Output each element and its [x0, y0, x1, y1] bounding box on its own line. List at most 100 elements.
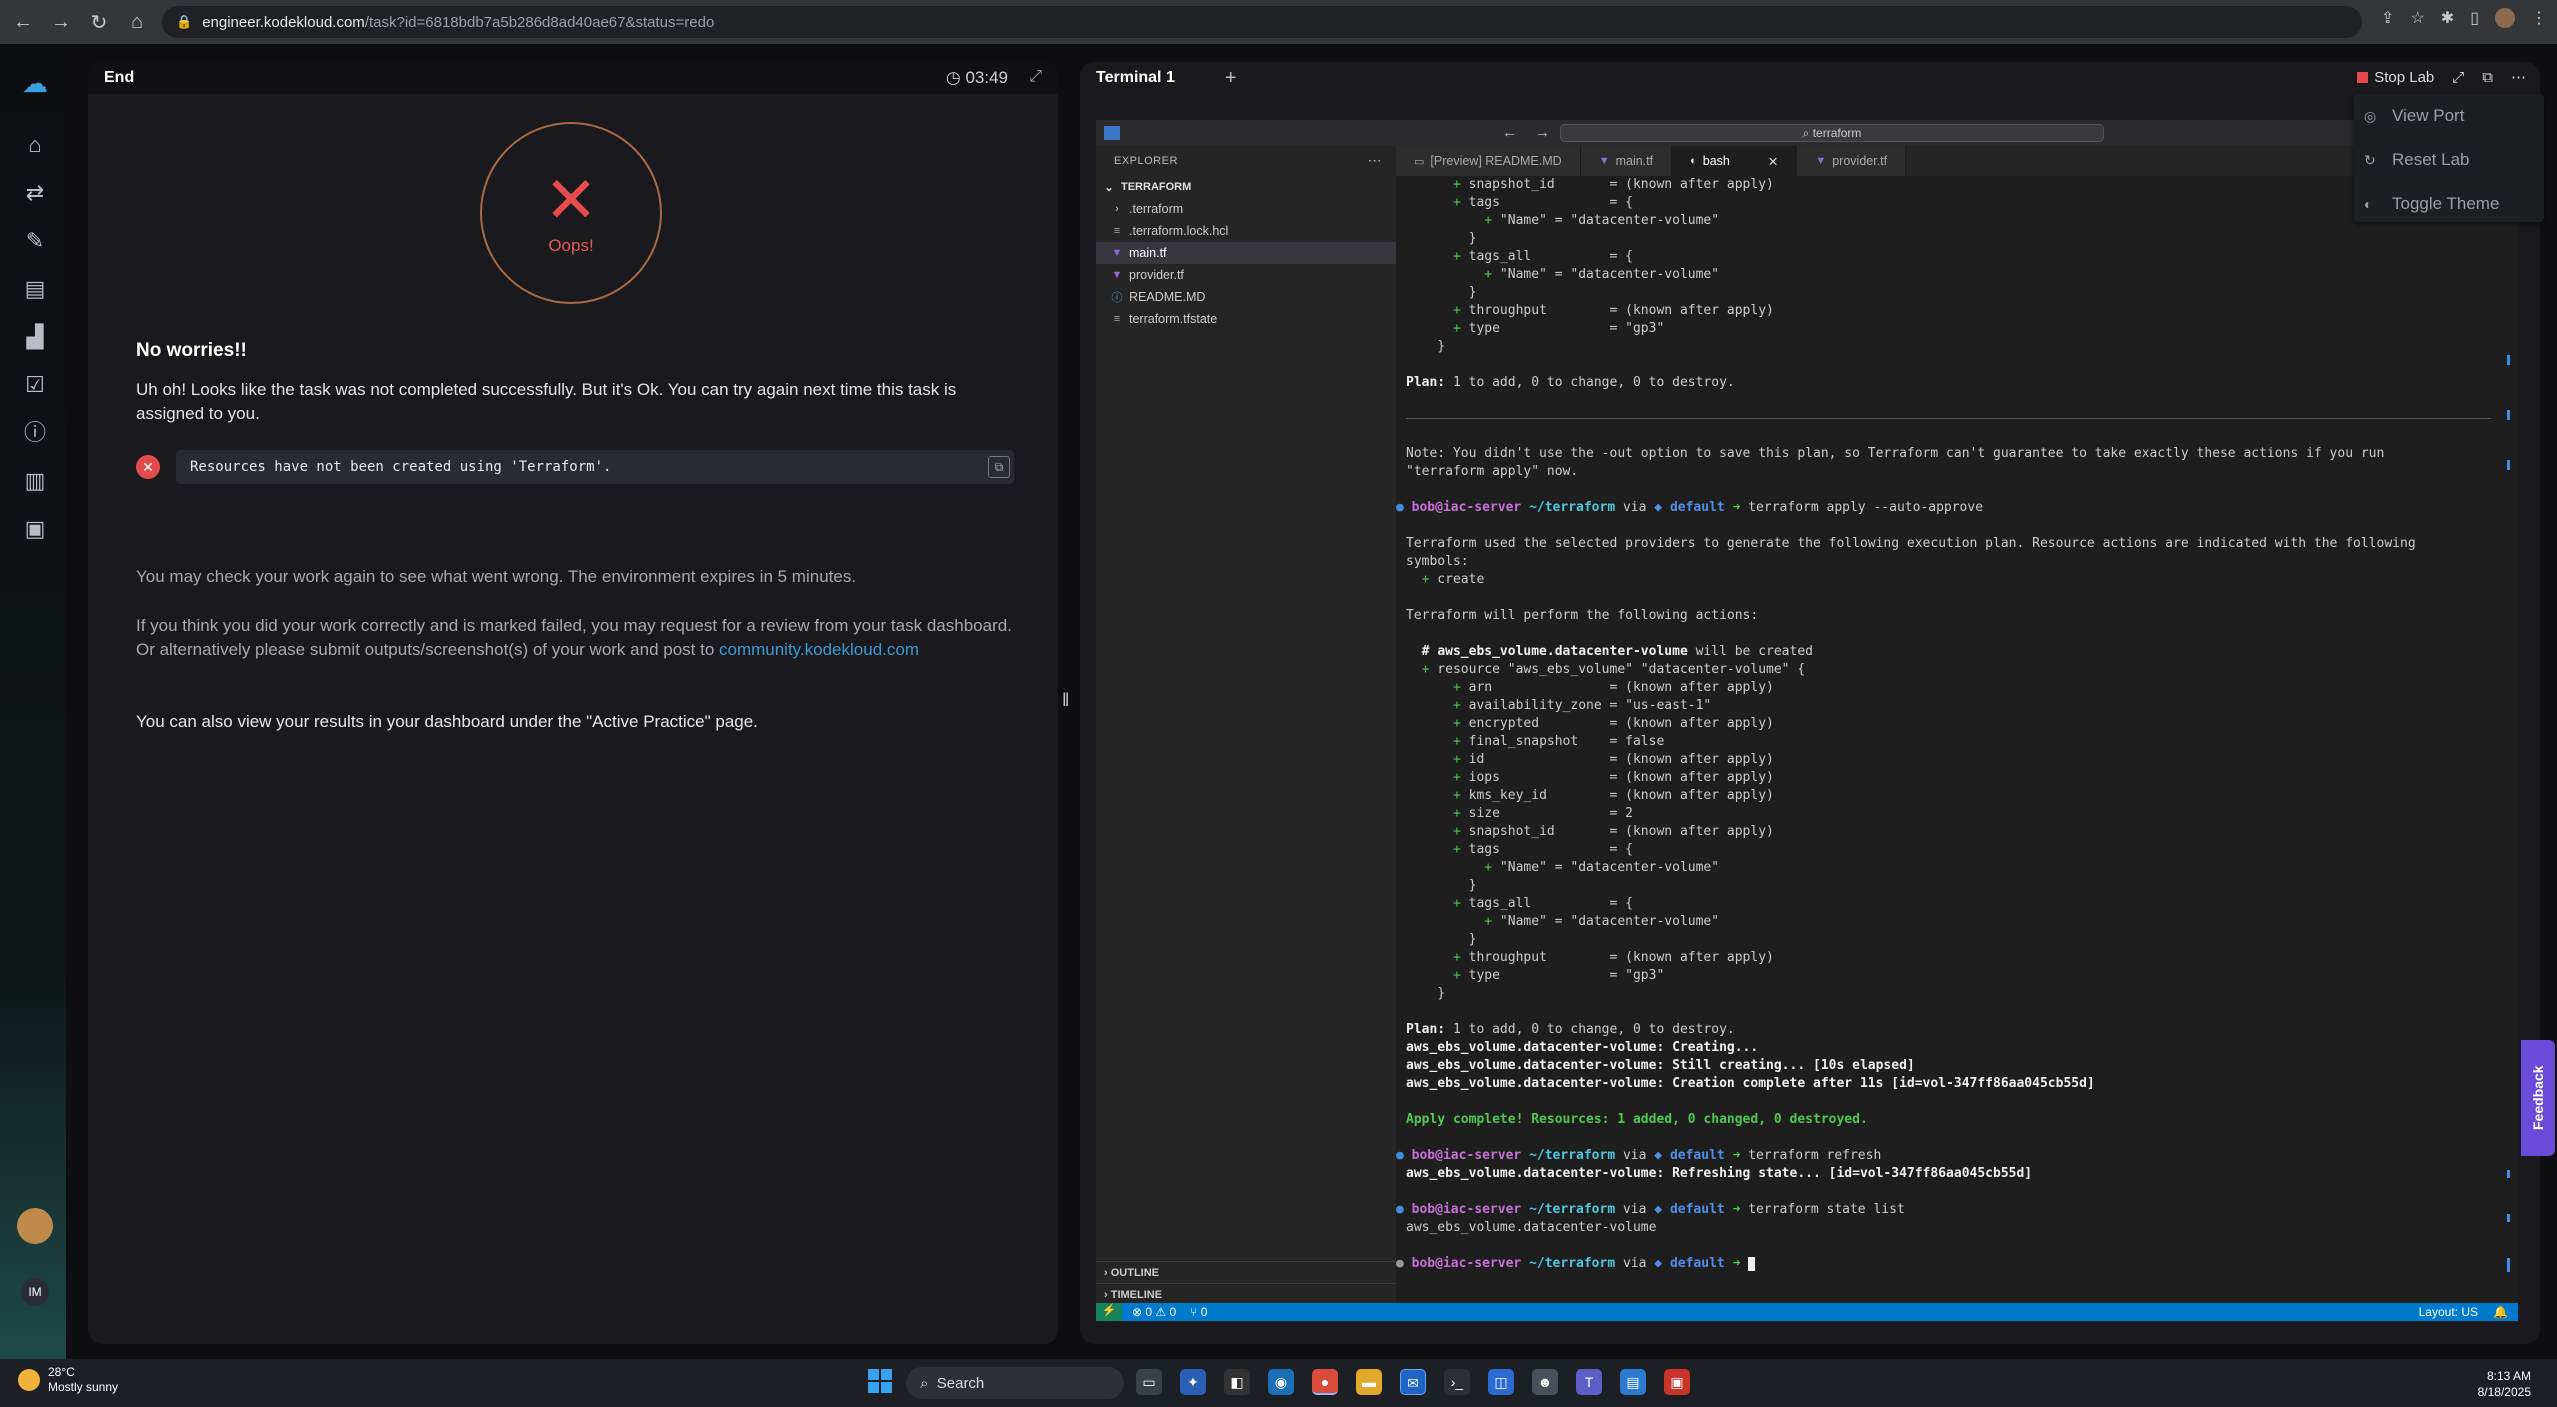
terminal-text: #: [1406, 644, 1438, 659]
tree-item-main-tf[interactable]: ▼ main.tf: [1096, 242, 1396, 264]
courses-nav-icon[interactable]: ▤: [22, 276, 48, 302]
open-external-icon[interactable]: ⧉: [2482, 69, 2493, 86]
tree-item-readme[interactable]: ⓘ README.MD: [1096, 286, 1396, 308]
terminal-line: Plan: 1 to add, 0 to change, 0 to destro…: [1406, 1021, 2518, 1039]
vscode-statusbar: ⚡ ⊗ 0 ⚠ 0 ⑂ 0 Layout: US 🔔: [1096, 1303, 2518, 1321]
back-icon[interactable]: ←: [8, 7, 38, 37]
plan-label: Plan:: [1406, 1022, 1446, 1037]
leaderboard-nav-icon[interactable]: ▟: [22, 324, 48, 350]
sidepanel-icon[interactable]: ▯: [2470, 8, 2479, 28]
terminal-text: tags_all = {: [1460, 896, 1633, 911]
task-view-icon[interactable]: ▭: [1136, 1369, 1162, 1395]
teams-icon[interactable]: T: [1576, 1369, 1602, 1395]
tree-item-provider-tf[interactable]: ▼ provider.tf: [1096, 264, 1396, 286]
cat-app-icon[interactable]: ☻: [1532, 1369, 1558, 1395]
tasks-nav-icon[interactable]: ☑: [22, 372, 48, 398]
outlook-icon[interactable]: ✉: [1400, 1369, 1426, 1395]
profile-avatar[interactable]: [2495, 8, 2515, 28]
home-icon[interactable]: ⌂: [122, 7, 152, 37]
copy-icon[interactable]: ⧉: [988, 456, 1010, 478]
notepad-icon[interactable]: ▤: [1620, 1369, 1646, 1395]
terminal-text: Note: You didn't use the -out option to …: [1406, 446, 2385, 461]
feedback-tab[interactable]: Feedback: [2521, 1040, 2555, 1156]
vs-back-icon[interactable]: ←: [1502, 124, 1517, 141]
menu-item-reset-lab[interactable]: ↻ Reset Lab: [2354, 138, 2544, 182]
terminal-output[interactable]: + snapshot_id = (known after apply) + ta…: [1396, 176, 2518, 1303]
terminal-text: final_snapshot = false: [1460, 734, 1665, 749]
tab-bash[interactable]: ◐ bash ✕: [1672, 146, 1798, 176]
ports-count[interactable]: ⑂ 0: [1190, 1305, 1207, 1319]
skills-nav-icon[interactable]: ✎: [22, 228, 48, 254]
home-nav-icon[interactable]: ⌂: [22, 132, 48, 158]
kodekloud-logo-icon[interactable]: ☁: [22, 70, 48, 96]
terminal-panel: Terminal 1 + Stop Lab ⤢ ⧉ ⋯ ← → ⌕ terrafo…: [1080, 62, 2540, 1344]
keyboard-layout[interactable]: Layout: US: [2419, 1305, 2478, 1319]
terminal-cursor: [1748, 1256, 1756, 1271]
apply-complete-text: Apply complete! Resources: 1 added, 0 ch…: [1406, 1112, 1868, 1127]
stop-lab-button[interactable]: Stop Lab: [2357, 69, 2434, 86]
extensions-icon[interactable]: ✱: [2441, 8, 2454, 28]
user-initials-icon[interactable]: IM: [21, 1278, 49, 1306]
tab-main-tf[interactable]: ▼ main.tf: [1580, 146, 1673, 176]
share-icon[interactable]: ⇪: [2381, 8, 2394, 28]
edge-icon[interactable]: ◉: [1268, 1369, 1294, 1395]
chat-nav-icon[interactable]: ▣: [22, 516, 48, 542]
close-icon[interactable]: ✕: [1768, 154, 1778, 169]
community-link[interactable]: community.kodekloud.com: [719, 640, 919, 659]
command-search[interactable]: ⌕ terraform: [1560, 124, 2104, 142]
outline-section[interactable]: › OUTLINE: [1096, 1261, 1396, 1283]
tree-item-dot-terraform[interactable]: › .terraform: [1096, 198, 1396, 220]
user-avatar[interactable]: [17, 1208, 53, 1244]
tab-terminal-1[interactable]: Terminal 1: [1096, 69, 1175, 87]
docs-nav-icon[interactable]: ▥: [22, 468, 48, 494]
copilot-icon[interactable]: ✦: [1180, 1369, 1206, 1395]
prompt-path: ~/terraform: [1529, 1148, 1616, 1163]
terminal-line: + throughput = (known after apply): [1406, 949, 2518, 967]
menu-item-toggle-theme[interactable]: ◐ Toggle Theme: [2354, 182, 2544, 226]
start-button[interactable]: [868, 1369, 892, 1393]
remote-desktop-icon[interactable]: ◫: [1488, 1369, 1514, 1395]
browser-menu-icon[interactable]: ⋮: [2531, 8, 2547, 28]
expand-icon[interactable]: ⤢: [1029, 68, 1042, 86]
terraform-icon: ▼: [1598, 155, 1610, 167]
address-bar[interactable]: 🔒 engineer.kodekloud.com/task?id=6818bdb…: [162, 6, 2362, 38]
reload-icon[interactable]: ↻: [84, 7, 114, 37]
more-options-icon[interactable]: ⋯: [2511, 68, 2526, 86]
tab-provider-tf[interactable]: ▼ provider.tf: [1797, 146, 1907, 176]
timeline-section[interactable]: › TIMELINE: [1096, 1283, 1396, 1305]
problems-count[interactable]: ⊗ 0 ⚠ 0: [1132, 1305, 1176, 1319]
system-clock[interactable]: 8:13 AM 8/18/2025: [2478, 1368, 2531, 1400]
terminal-text: }: [1406, 986, 1446, 1001]
vs-forward-icon[interactable]: →: [1535, 124, 1550, 141]
file-explorer-icon[interactable]: ▬: [1356, 1369, 1382, 1395]
prompt-user: bob@iac-server: [1411, 500, 1522, 515]
terminal-scrollbar[interactable]: [2507, 180, 2510, 1280]
tree-item-lockfile[interactable]: ≡ .terraform.lock.hcl: [1096, 220, 1396, 242]
add-tab-button[interactable]: +: [1225, 67, 1237, 90]
info-nav-icon[interactable]: ⓘ: [22, 420, 48, 446]
taskbar-search[interactable]: ⌕ Search: [906, 1367, 1124, 1399]
task-result-panel: End ◷ 03:49 ⤢ ✕ Oops! No worries!! Uh oh…: [88, 62, 1058, 1344]
notifications-icon[interactable]: 🔔: [2493, 1305, 2508, 1319]
roadmap-nav-icon[interactable]: ⇄: [22, 180, 48, 206]
fullscreen-icon[interactable]: ⤢: [2452, 69, 2464, 86]
pdf-icon[interactable]: ▣: [1664, 1369, 1690, 1395]
folder-terraform[interactable]: ⌄ TERRAFORM: [1096, 176, 1396, 198]
bookmark-star-icon[interactable]: ☆: [2410, 8, 2424, 28]
vscode-menu-icon[interactable]: [1104, 126, 1120, 140]
terminal-app-icon[interactable]: ›_: [1444, 1369, 1470, 1395]
panel-resize-handle[interactable]: ‖: [1062, 690, 1069, 711]
tree-item-tfstate[interactable]: ≡ terraform.tfstate: [1096, 308, 1396, 330]
tab-readme-preview[interactable]: ▭ [Preview] README.MD: [1396, 146, 1581, 176]
forward-icon[interactable]: →: [46, 7, 76, 37]
terminal-line: + tags_all = {: [1406, 248, 2518, 266]
explorer-more-icon[interactable]: ⋯: [1368, 152, 1383, 169]
app-icon[interactable]: ◧: [1224, 1369, 1250, 1395]
prompt-command: terraform apply --auto-approve: [1748, 500, 1984, 515]
weather-widget[interactable]: 28°C Mostly sunny: [18, 1365, 118, 1395]
remote-icon[interactable]: ⚡: [1096, 1303, 1122, 1321]
chrome-icon[interactable]: ●: [1312, 1369, 1338, 1395]
menu-item-view-port[interactable]: ◎ View Port: [2354, 94, 2544, 138]
